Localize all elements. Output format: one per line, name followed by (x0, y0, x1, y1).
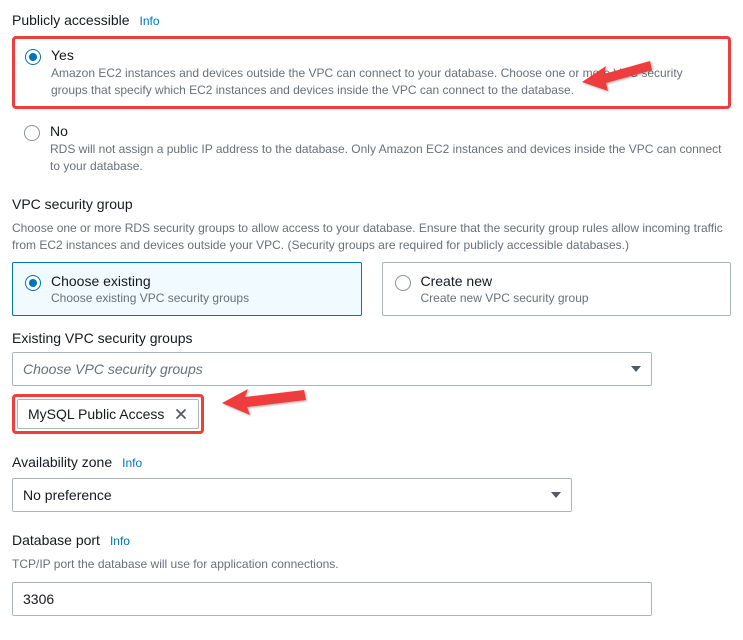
highlight-yes-box: Yes Amazon EC2 instances and devices out… (12, 36, 731, 109)
az-value: No preference (23, 487, 112, 503)
section-title: Publicly accessible Info (12, 12, 731, 28)
radio-body: No RDS will not assign a public IP addre… (50, 123, 731, 176)
publicly-accessible-label: Publicly accessible (12, 12, 130, 28)
info-link[interactable]: Info (122, 456, 142, 470)
dropdown-placeholder: Choose VPC security groups (23, 361, 203, 377)
chevron-down-icon (631, 366, 641, 372)
close-icon[interactable] (172, 405, 190, 423)
port-input[interactable] (12, 582, 652, 616)
radio-indicator (25, 49, 41, 65)
info-link[interactable]: Info (140, 14, 160, 28)
vpc-sg-tile-row: Choose existing Choose existing VPC secu… (12, 262, 731, 316)
chevron-down-icon (551, 492, 561, 498)
section-title: Availability zone Info (12, 454, 731, 470)
radio-no-desc: RDS will not assign a public IP address … (50, 141, 731, 176)
radio-indicator (24, 125, 40, 141)
radio-yes[interactable]: Yes Amazon EC2 instances and devices out… (25, 47, 718, 100)
tile-create-new-label: Create new (421, 273, 719, 289)
tile-create-new-desc: Create new VPC security group (421, 291, 719, 305)
radio-indicator (25, 275, 41, 291)
highlight-chip-box: MySQL Public Access (12, 394, 204, 434)
chip-row: MySQL Public Access (12, 394, 731, 434)
section-title: Database port Info (12, 532, 731, 548)
radio-body: Yes Amazon EC2 instances and devices out… (51, 47, 718, 100)
existing-sg-label: Existing VPC security groups (12, 330, 731, 346)
database-port-section: Database port Info TCP/IP port the datab… (12, 532, 731, 615)
vpc-security-group-section: VPC security group Choose one or more RD… (12, 196, 731, 435)
chip-label: MySQL Public Access (28, 406, 164, 422)
availability-zone-section: Availability zone Info No preference (12, 454, 731, 512)
vpc-sg-title: VPC security group (12, 196, 731, 212)
tile-create-new[interactable]: Create new Create new VPC security group (382, 262, 732, 316)
radio-yes-label: Yes (51, 47, 718, 63)
radio-no-label: No (50, 123, 731, 139)
radio-yes-desc: Amazon EC2 instances and devices outside… (51, 65, 718, 100)
publicly-accessible-section: Publicly accessible Info Yes Amazon EC2 … (12, 12, 731, 176)
tile-choose-existing-desc: Choose existing VPC security groups (51, 291, 349, 305)
tile-choose-existing[interactable]: Choose existing Choose existing VPC secu… (12, 262, 362, 316)
vpc-sg-help: Choose one or more RDS security groups t… (12, 220, 731, 255)
security-group-chip: MySQL Public Access (17, 399, 199, 429)
az-label: Availability zone (12, 454, 112, 470)
info-link[interactable]: Info (110, 534, 130, 548)
existing-sg-dropdown[interactable]: Choose VPC security groups (12, 352, 652, 386)
tile-choose-existing-label: Choose existing (51, 273, 349, 289)
az-dropdown[interactable]: No preference (12, 478, 572, 512)
port-label: Database port (12, 532, 100, 548)
radio-no[interactable]: No RDS will not assign a public IP addre… (12, 123, 731, 176)
radio-indicator (395, 275, 411, 291)
port-help: TCP/IP port the database will use for ap… (12, 556, 731, 573)
